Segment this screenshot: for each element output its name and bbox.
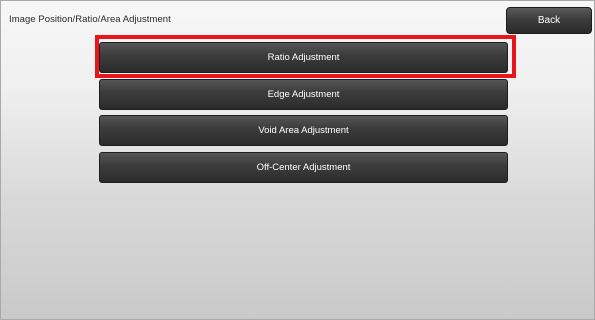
page-title: Image Position/Ratio/Area Adjustment xyxy=(9,14,171,25)
edge-adjustment-label: Edge Adjustment xyxy=(267,89,340,100)
off-center-adjustment-label: Off-Center Adjustment xyxy=(256,162,351,173)
edge-adjustment-button[interactable]: Edge Adjustment xyxy=(99,79,508,110)
adjustment-screen: Image Position/Ratio/Area Adjustment Bac… xyxy=(0,0,595,320)
ratio-adjustment-button[interactable]: Ratio Adjustment xyxy=(99,42,508,73)
back-button[interactable]: Back xyxy=(506,7,592,34)
void-area-adjustment-label: Void Area Adjustment xyxy=(258,125,349,136)
void-area-adjustment-button[interactable]: Void Area Adjustment xyxy=(99,115,508,146)
back-button-label: Back xyxy=(537,15,561,26)
off-center-adjustment-button[interactable]: Off-Center Adjustment xyxy=(99,152,508,183)
ratio-adjustment-label: Ratio Adjustment xyxy=(267,52,340,63)
